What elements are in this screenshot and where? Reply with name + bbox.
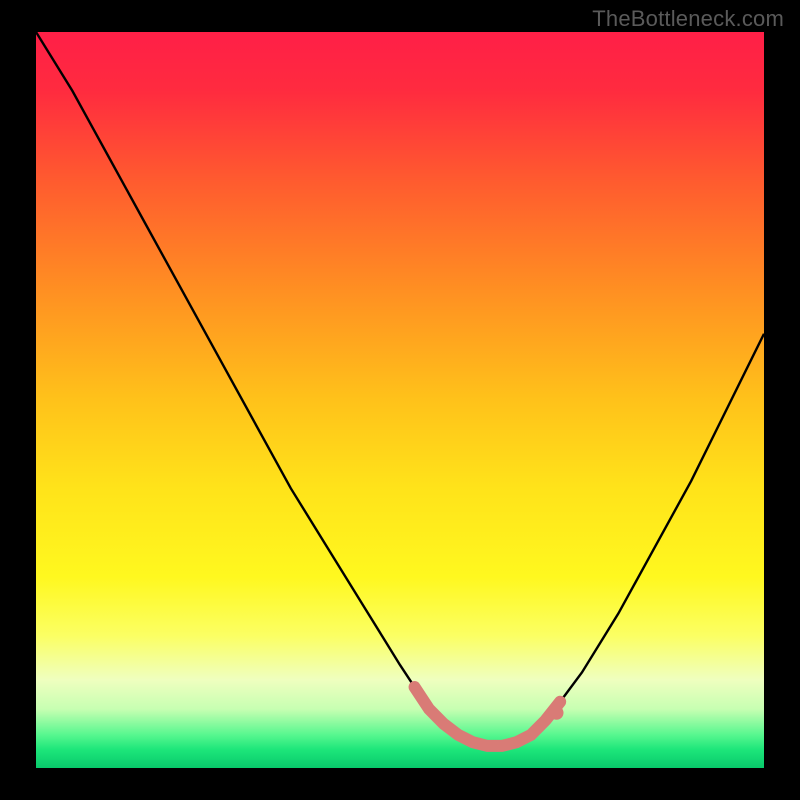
plot-area bbox=[36, 32, 764, 768]
highlight-band bbox=[415, 687, 561, 746]
watermark-label: TheBottleneck.com bbox=[592, 6, 784, 32]
highlight-marker bbox=[550, 706, 564, 720]
plot-outer-border bbox=[36, 32, 764, 768]
bottleneck-curve bbox=[36, 32, 764, 768]
chart-frame: TheBottleneck.com bbox=[0, 0, 800, 800]
curve-path bbox=[36, 32, 764, 746]
